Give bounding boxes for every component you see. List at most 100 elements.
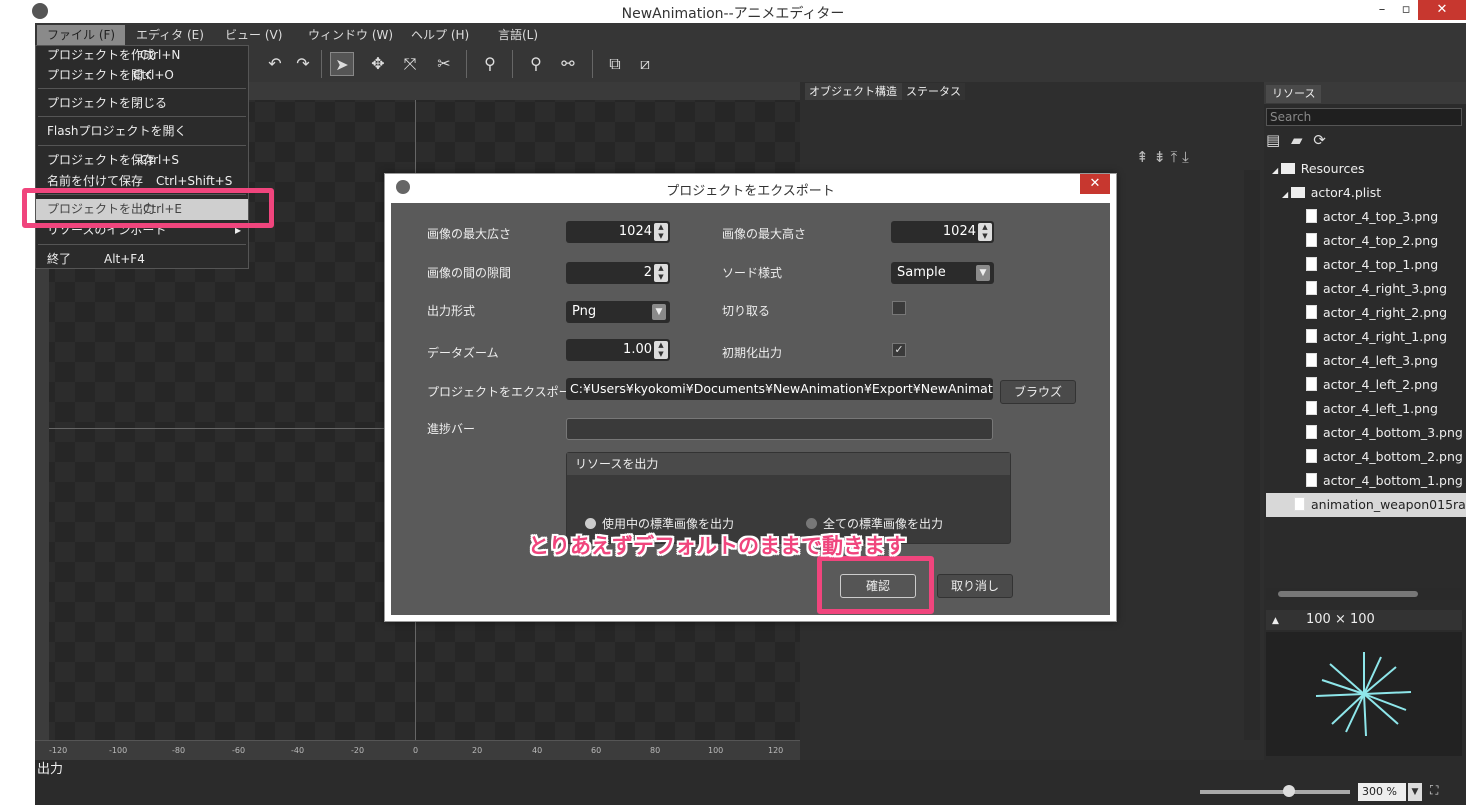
select-tool-icon[interactable]: ➤ bbox=[330, 52, 354, 76]
tab-status[interactable]: ステータス bbox=[902, 83, 965, 100]
expand-arrow-icon[interactable]: ◢ bbox=[1272, 166, 1281, 175]
spinner-icon[interactable]: ▲ ▼ bbox=[654, 341, 668, 359]
zoom-slider[interactable] bbox=[1200, 790, 1350, 794]
folder-icon[interactable]: ▰ bbox=[1291, 131, 1303, 149]
layer-order-tools[interactable]: ⇞ ⇟ ⤒ ⤓ bbox=[1136, 148, 1256, 170]
resource-label: actor_4_top_2.png bbox=[1323, 233, 1439, 248]
menu-view[interactable]: ビュー (V) bbox=[215, 25, 292, 45]
menu-item-close-project[interactable]: プロジェクトを閉じる bbox=[47, 93, 167, 113]
menu-item-create[interactable]: プロジェクトを作成 Ctrl+N bbox=[47, 45, 237, 65]
resource-label: actor_4_left_3.png bbox=[1323, 353, 1438, 368]
data-zoom-label: データズーム bbox=[427, 346, 499, 360]
data-zoom-input[interactable]: 1.00 ▲ ▼ bbox=[566, 339, 670, 361]
ruler-label: -20 bbox=[351, 746, 365, 755]
menu-item-save[interactable]: プロジェクトを保存 Ctrl+S bbox=[47, 150, 237, 170]
resource-tree-item[interactable]: actor_4_left_1.png bbox=[1266, 397, 1466, 421]
file-icon bbox=[1306, 329, 1317, 343]
zoom-slider-handle[interactable] bbox=[1283, 785, 1295, 797]
bone-bind-icon[interactable]: ⚯ bbox=[556, 52, 580, 76]
menu-item-open[interactable]: プロジェクトを開く Ctrl+O bbox=[47, 65, 237, 85]
sort-select[interactable]: Sample ▼ bbox=[891, 262, 994, 284]
scrollbar[interactable] bbox=[1244, 170, 1260, 740]
chevron-down-icon[interactable]: ▼ bbox=[1408, 783, 1422, 801]
init-output-label: 初期化出力 bbox=[722, 346, 783, 360]
format-select[interactable]: Png ▼ bbox=[566, 301, 670, 323]
init-output-checkbox[interactable]: ✓ bbox=[892, 343, 906, 357]
new-file-icon[interactable]: ▤ bbox=[1266, 131, 1280, 149]
bone-edit-icon[interactable]: ⚲ bbox=[524, 52, 548, 76]
resource-tree-item[interactable]: ◢ Resources bbox=[1266, 157, 1466, 181]
toolbar-divider bbox=[592, 50, 593, 78]
rotate-right-icon[interactable]: ↷ bbox=[291, 52, 315, 76]
ruler-label: -120 bbox=[49, 746, 68, 755]
menu-item-shortcut: Ctrl+N bbox=[140, 48, 181, 62]
ruler-label: 100 bbox=[708, 746, 724, 755]
ruler-label: -60 bbox=[232, 746, 246, 755]
menu-item-open-flash[interactable]: Flashプロジェクトを開く bbox=[47, 121, 186, 141]
menu-window[interactable]: ウィンドウ (W) bbox=[298, 25, 403, 45]
progress-bar bbox=[566, 418, 993, 440]
cancel-button[interactable]: 取り消し bbox=[937, 574, 1013, 598]
file-icon bbox=[1306, 257, 1317, 271]
spinner-icon[interactable]: ▲ ▼ bbox=[654, 264, 668, 282]
close-button[interactable]: ✕ bbox=[1418, 0, 1466, 20]
bone-tool-icon[interactable]: ✂ bbox=[432, 52, 456, 76]
resource-tree-item[interactable]: actor_4_left_2.png bbox=[1266, 373, 1466, 397]
scale-tool-icon[interactable]: ⤧ bbox=[398, 52, 422, 76]
collapse-icon[interactable]: ▲ bbox=[1272, 616, 1279, 626]
export-path-input[interactable]: C:¥Users¥kyokomi¥Documents¥NewAnimation¥… bbox=[566, 378, 993, 400]
resource-tree-item[interactable]: actor_4_bottom_3.png bbox=[1266, 421, 1466, 445]
fit-view-icon[interactable]: ⛶ bbox=[1430, 783, 1448, 801]
tab-object-structure[interactable]: オブジェクト構造 × bbox=[805, 83, 914, 100]
resource-tree-item[interactable]: actor_4_top_1.png bbox=[1266, 253, 1466, 277]
file-icon bbox=[1306, 401, 1317, 415]
dialog-close-button[interactable]: ✕ bbox=[1080, 174, 1110, 194]
max-width-input[interactable]: 1024 ▲ ▼ bbox=[566, 221, 670, 243]
resource-tree-item[interactable]: actor_4_top_3.png bbox=[1266, 205, 1466, 229]
tab-resources[interactable]: リソース bbox=[1266, 85, 1322, 103]
radio-label: 全ての標準画像を出力 bbox=[823, 517, 944, 531]
resource-tree-item[interactable]: actor_4_left_3.png bbox=[1266, 349, 1466, 373]
export-path-label: プロジェクトをエクスポート bbox=[427, 385, 583, 399]
zoom-level[interactable]: 300 % bbox=[1358, 783, 1406, 801]
resource-tree-item[interactable]: ◢ actor4.plist bbox=[1266, 181, 1466, 205]
output-panel-label[interactable]: 出力 bbox=[35, 760, 1466, 780]
max-height-value: 1024 bbox=[942, 224, 976, 239]
image-cut-icon[interactable]: ⧄ bbox=[633, 52, 657, 76]
toolbar-divider bbox=[321, 50, 322, 78]
resource-tree-item[interactable]: actor_4_bottom_1.png bbox=[1266, 469, 1466, 493]
move-tool-icon[interactable]: ✥ bbox=[366, 52, 390, 76]
toolbar-divider bbox=[466, 50, 467, 78]
spinner-icon[interactable]: ▲ ▼ bbox=[654, 223, 668, 241]
search-input[interactable]: Search bbox=[1266, 108, 1462, 126]
spinner-icon[interactable]: ▲ ▼ bbox=[978, 223, 992, 241]
resource-tree-item[interactable]: animation_weapon015rar bbox=[1266, 493, 1466, 517]
image-add-icon[interactable]: ⧉ bbox=[603, 52, 627, 76]
rotate-left-icon[interactable]: ↶ bbox=[263, 52, 287, 76]
resource-tree-item[interactable]: actor_4_right_2.png bbox=[1266, 301, 1466, 325]
menu-item-exit[interactable]: 終了 Alt+F4 bbox=[47, 249, 237, 269]
expand-arrow-icon[interactable]: ◢ bbox=[1282, 190, 1291, 199]
spacing-input[interactable]: 2 ▲ ▼ bbox=[566, 262, 670, 284]
file-icon bbox=[1306, 281, 1317, 295]
resource-tree-item[interactable]: actor_4_right_3.png bbox=[1266, 277, 1466, 301]
resource-tree-item[interactable]: actor_4_right_1.png bbox=[1266, 325, 1466, 349]
menu-divider bbox=[38, 244, 246, 245]
maximize-button[interactable]: ▫ bbox=[1394, 0, 1418, 20]
browse-button[interactable]: ブラウズ bbox=[1000, 380, 1076, 404]
resource-tree-item[interactable]: actor_4_top_2.png bbox=[1266, 229, 1466, 253]
resource-label: actor_4_bottom_3.png bbox=[1323, 425, 1463, 440]
crop-checkbox[interactable] bbox=[892, 301, 906, 315]
menu-language[interactable]: 言語(L) bbox=[488, 25, 548, 45]
resource-label: actor_4_left_1.png bbox=[1323, 401, 1438, 416]
refresh-icon[interactable]: ⟳ bbox=[1313, 131, 1326, 149]
highlight-box bbox=[817, 556, 934, 614]
max-height-input[interactable]: 1024 ▲ ▼ bbox=[891, 221, 994, 243]
minimize-button[interactable]: – bbox=[1370, 0, 1394, 20]
menu-file[interactable]: ファイル (F) bbox=[37, 25, 126, 45]
bone-create-icon[interactable]: ⚲ bbox=[478, 52, 502, 76]
menu-help[interactable]: ヘルプ (H) bbox=[401, 25, 479, 45]
scrollbar-thumb[interactable] bbox=[1278, 591, 1418, 597]
resource-tree-item[interactable]: actor_4_bottom_2.png bbox=[1266, 445, 1466, 469]
menu-editor[interactable]: エディタ (E) bbox=[126, 25, 214, 45]
